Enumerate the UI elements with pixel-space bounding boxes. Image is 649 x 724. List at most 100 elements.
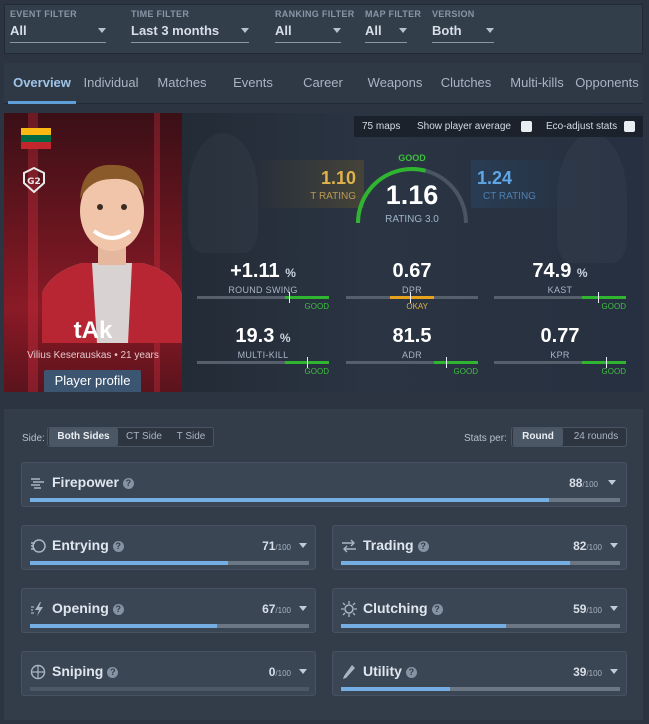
entrying-card[interactable]: Entrying? 71/100 [21,525,316,570]
chevron-down-icon[interactable] [610,543,618,548]
ranking-filter-select[interactable]: All [275,23,341,43]
ranking-filter-label: RANKING FILTER [275,9,355,19]
tab-clutches[interactable]: Clutches [436,63,496,104]
stat-dpr: 0.67 DPR OKAY [346,260,478,322]
tab-weapons[interactable]: Weapons [362,63,428,104]
score-bar [341,624,506,628]
stat-marker [446,357,447,368]
trading-icon [342,539,356,553]
help-icon[interactable]: ? [405,667,417,678]
stat-kpr: 0.77 KPR GOOD [494,325,626,387]
map-filter-label: MAP FILTER [365,9,422,19]
help-icon[interactable]: ? [122,478,134,489]
map-filter[interactable]: MAP FILTER All [365,9,422,43]
chevron-down-icon[interactable] [299,606,307,611]
tab-overview[interactable]: Overview [8,63,76,104]
time-filter[interactable]: TIME FILTER Last 3 months [131,9,249,43]
chevron-down-icon [486,28,494,33]
firepower-icon [31,478,44,489]
firepower-card[interactable]: Firepower? 88/100 [21,462,627,507]
t-silhouette [188,133,258,253]
sniping-icon [30,664,46,680]
map-filter-select[interactable]: All [365,23,407,43]
eco-adjust-checkbox[interactable] [624,121,635,132]
player-card: G2 tAk Vilius Keserauskas • 21 years Pla… [4,113,182,392]
time-filter-label: TIME FILTER [131,9,190,19]
sniping-card[interactable]: Sniping? 0/100 [21,651,316,696]
chevron-down-icon [399,28,407,33]
score-bar [341,561,570,565]
ct-rating: 1.24 CT RATING [471,160,585,208]
rating-label: RATING 3.0 [385,214,439,225]
stat-adr: 81.5 ADR GOOD [346,325,478,387]
chevron-down-icon[interactable] [299,669,307,674]
stat-kast: 74.9 % KAST GOOD [494,260,626,322]
help-icon[interactable]: ? [112,541,124,552]
trading-card[interactable]: Trading? 82/100 [332,525,627,570]
chevron-down-icon[interactable] [610,669,618,674]
player-nickname: tAk [73,317,113,344]
event-filter[interactable]: EVENT FILTER All [10,9,106,43]
score-bar [30,561,229,565]
time-filter-select[interactable]: Last 3 months [131,23,249,43]
utility-icon [343,665,355,679]
version-filter-select[interactable]: Both [432,23,494,43]
attribute-panel: Side: Both Sides CT Side T Side Stats pe… [4,409,643,720]
help-icon[interactable]: ? [431,604,443,615]
score-bar [30,624,217,628]
tab-career[interactable]: Career [296,63,350,104]
per-24-rounds-button[interactable]: 24 rounds [566,428,626,446]
ct-rating-value: 1.24 [477,168,513,188]
chevron-down-icon[interactable] [608,480,616,485]
chevron-down-icon[interactable] [610,606,618,611]
svg-text:G2: G2 [27,177,41,187]
score-bar [341,687,450,691]
chevron-down-icon [333,28,341,33]
event-filter-label: EVENT FILTER [10,9,77,19]
stat-round-swing: +1.11 % ROUND SWING GOOD [197,260,329,322]
help-icon[interactable]: ? [112,604,124,615]
t-rating: 1.10 T RATING [250,160,364,208]
options-bar: 75 maps Show player average Eco-adjust s… [354,116,643,137]
utility-card[interactable]: Utility? 39/100 [332,651,627,696]
stat-marker [289,292,290,303]
tab-events[interactable]: Events [226,63,280,104]
filter-bar: EVENT FILTER All TIME FILTER Last 3 mont… [4,4,643,54]
maps-count: 75 maps [362,121,401,132]
tab-opponents[interactable]: Opponents [574,63,640,104]
clutching-card[interactable]: Clutching? 59/100 [332,588,627,633]
score-bar [30,498,550,502]
chevron-down-icon[interactable] [299,543,307,548]
chevron-down-icon [98,28,106,33]
per-round-button[interactable]: Round [513,428,563,446]
tab-matches[interactable]: Matches [150,63,214,104]
stats-per-label: Stats per: [464,433,507,444]
stats-per-selector: Round 24 rounds [511,427,627,447]
side-ct-button[interactable]: CT Side [120,428,168,446]
chevron-down-icon [241,28,249,33]
side-t-button[interactable]: T Side [170,428,212,446]
rating-grade: GOOD [398,153,426,163]
side-both-button[interactable]: Both Sides [49,428,118,446]
help-icon[interactable]: ? [417,541,429,552]
side-label: Side: [22,433,45,444]
tab-individual[interactable]: Individual [78,63,144,104]
version-filter-label: VERSION [432,9,475,19]
version-filter[interactable]: VERSION Both [432,9,494,43]
rating-value: 1.16 [385,180,439,210]
show-average-label: Show player average [417,121,511,132]
tab-multi-kills[interactable]: Multi-kills [506,63,568,104]
eco-adjust-label: Eco-adjust stats [546,121,618,132]
ranking-filter[interactable]: RANKING FILTER All [275,9,355,43]
opening-card[interactable]: Opening? 67/100 [21,588,316,633]
show-average-checkbox[interactable] [521,121,532,132]
side-selector: Both Sides CT Side T Side [47,427,214,447]
stat-multi-kill: 19.3 % MULTI-KILL GOOD [197,325,329,387]
help-icon[interactable]: ? [107,667,119,678]
entrying-icon [31,539,46,553]
ct-rating-label: CT RATING [483,191,536,202]
clutching-icon [341,601,357,617]
event-filter-select[interactable]: All [10,23,106,43]
player-profile-button[interactable]: Player profile [44,370,141,392]
stat-marker [598,292,599,303]
